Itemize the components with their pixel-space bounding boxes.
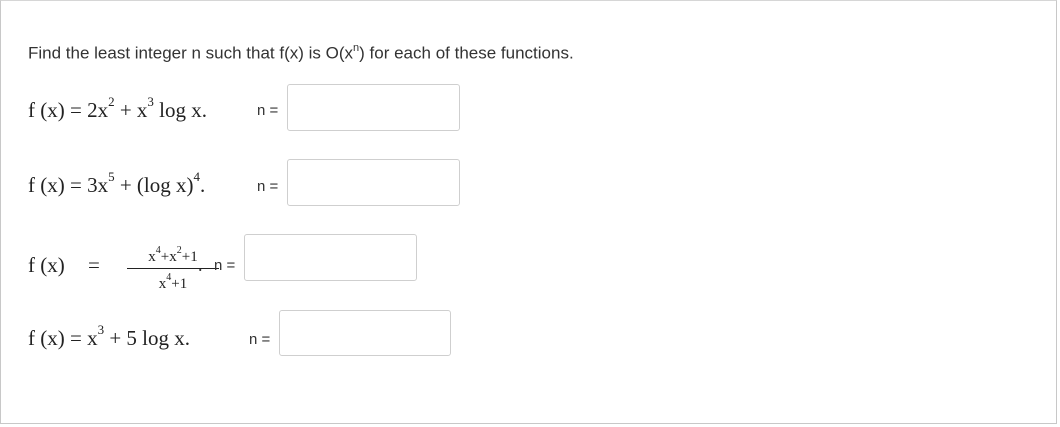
function-lhs: f (x): [28, 253, 65, 277]
n-label-4: n =: [249, 331, 271, 348]
expr-part: .: [200, 173, 206, 197]
num-exponent: 4: [155, 245, 161, 256]
function-lhs: f (x) =: [28, 98, 88, 122]
expression-period: .: [198, 255, 203, 275]
den-exponent: 4: [166, 272, 172, 283]
answer-input-1[interactable]: [287, 84, 460, 131]
expr-part: 2x: [87, 98, 109, 122]
function-lhs: f (x) =: [28, 173, 88, 197]
num-part: x: [148, 249, 156, 265]
den-part: +1: [171, 276, 188, 292]
expr-part: + x: [114, 98, 148, 122]
expr-exponent: 5: [108, 169, 115, 184]
function-expression-1: f (x) = 2x2 + x3 log x.: [28, 94, 208, 123]
question-text: Find the least integer n such that f(x) …: [28, 42, 574, 64]
question-exponent: n: [353, 42, 360, 54]
function-expression-3: f (x) =: [28, 253, 100, 278]
fraction: x4+x2+1 x4+1: [123, 244, 223, 293]
expr-exponent: 4: [193, 169, 201, 184]
num-exponent: 2: [176, 245, 182, 256]
fraction-numerator: x4+x2+1: [123, 244, 223, 266]
n-label-3: n =: [214, 257, 236, 274]
fraction-bar: [127, 268, 219, 269]
expr-exponent: 3: [97, 322, 105, 337]
num-part: +x: [160, 249, 177, 265]
expr-part: 3x: [87, 173, 109, 197]
question-text-end: ) for each of these functions.: [359, 43, 574, 63]
expr-part: + (log x): [114, 173, 194, 197]
function-lhs: f (x) =: [28, 326, 88, 350]
fraction-denominator: x4+1: [123, 271, 223, 293]
answer-input-3[interactable]: [244, 234, 417, 281]
expr-part: + 5 log x.: [104, 326, 191, 350]
expr-exponent: 2: [108, 94, 115, 109]
equals-sign: =: [88, 253, 100, 277]
question-text-main: Find the least integer n such that f(x) …: [28, 43, 354, 63]
function-expression-4: f (x) = x3 + 5 log x.: [28, 322, 191, 351]
answer-input-2[interactable]: [287, 159, 460, 206]
expr-part: x: [87, 326, 98, 350]
expr-exponent: 3: [147, 94, 154, 109]
expr-part: log x.: [153, 98, 208, 122]
function-expression-2: f (x) = 3x5 + (log x)4.: [28, 169, 206, 198]
answer-input-4[interactable]: [279, 310, 451, 356]
n-label-2: n =: [257, 178, 279, 195]
num-part: +1: [181, 249, 198, 265]
n-label-1: n =: [257, 102, 279, 119]
